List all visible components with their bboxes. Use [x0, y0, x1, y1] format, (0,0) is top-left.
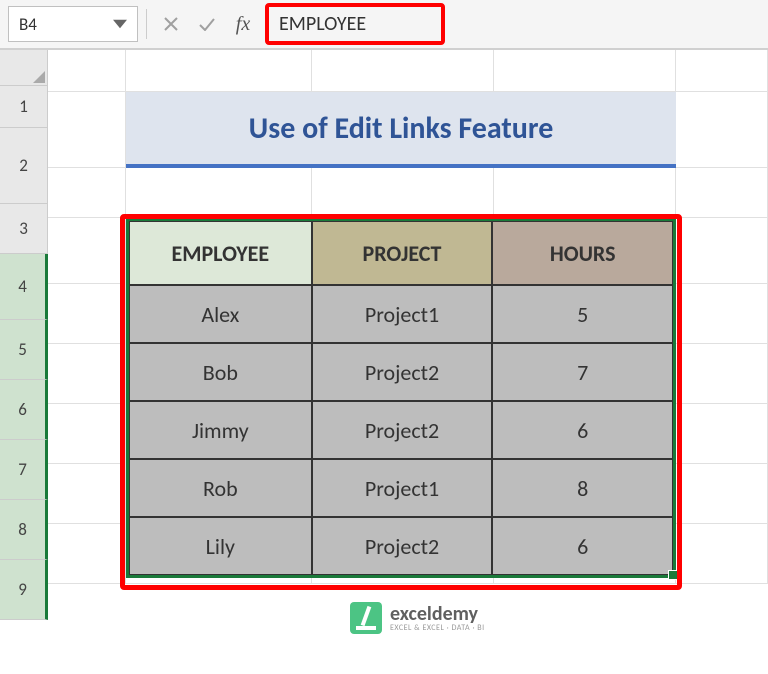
row-header-7[interactable]: 7	[0, 440, 48, 500]
table-header-employee[interactable]: EMPLOYEE	[129, 221, 312, 285]
table-cell[interactable]: Jimmy	[129, 401, 312, 459]
select-all-corner[interactable]	[0, 50, 48, 86]
exceldemy-logo-icon	[350, 602, 382, 634]
table-cell[interactable]: Project2	[312, 517, 493, 575]
row-header-6[interactable]: 6	[0, 380, 48, 440]
table-cell[interactable]: Alex	[129, 285, 312, 343]
cell[interactable]	[48, 92, 126, 168]
row-header-1[interactable]: 1	[0, 86, 48, 128]
row-header-4[interactable]: 4	[0, 254, 48, 320]
row-header-2[interactable]: 2	[0, 128, 48, 204]
table-cell[interactable]: Project1	[312, 459, 493, 517]
cell[interactable]	[48, 284, 126, 344]
sheet-title[interactable]: Use of Edit Links Feature	[126, 92, 676, 168]
row-header-8[interactable]: 8	[0, 500, 48, 560]
divider	[146, 9, 147, 39]
cell[interactable]	[676, 524, 768, 584]
cell[interactable]	[312, 50, 494, 92]
cell[interactable]	[48, 524, 126, 584]
row-header-9[interactable]: 9	[0, 560, 48, 620]
cell[interactable]	[48, 50, 126, 92]
formula-bar: B4 fx EMPLOYEE	[0, 0, 768, 50]
row-header-5[interactable]: 5	[0, 320, 48, 380]
cell[interactable]	[48, 168, 126, 218]
data-table: EMPLOYEE PROJECT HOURS Alex Project1 5 B…	[126, 218, 676, 578]
cell[interactable]	[676, 464, 768, 524]
cell[interactable]	[48, 464, 126, 524]
cell[interactable]	[676, 404, 768, 464]
table-cell[interactable]: Lily	[129, 517, 312, 575]
formula-input-highlight[interactable]: EMPLOYEE	[265, 3, 445, 45]
table-header-hours[interactable]: HOURS	[492, 221, 673, 285]
name-box-value: B4	[19, 14, 37, 35]
name-box[interactable]: B4	[8, 6, 138, 42]
table-cell[interactable]: 8	[492, 459, 673, 517]
enter-icon[interactable]	[191, 8, 223, 40]
watermark-brand: exceldemy	[390, 604, 485, 624]
fill-handle[interactable]	[668, 570, 678, 580]
watermark-tagline: EXCEL & EXCEL · DATA · BI	[390, 624, 485, 632]
fx-icon[interactable]: fx	[227, 8, 259, 40]
watermark: exceldemy EXCEL & EXCEL · DATA · BI	[350, 602, 485, 634]
spreadsheet-grid: 1 2 3 4 5 6 7 8 9 A B C D Use o	[0, 50, 768, 672]
table-cell[interactable]: Project2	[312, 343, 493, 401]
table-cell[interactable]: Project1	[312, 285, 493, 343]
table-cell[interactable]: 7	[492, 343, 673, 401]
table-cell[interactable]: 6	[492, 401, 673, 459]
cell[interactable]	[126, 168, 312, 218]
row-header-3[interactable]: 3	[0, 204, 48, 254]
cell[interactable]	[676, 344, 768, 404]
formula-value: EMPLOYEE	[279, 12, 366, 36]
cell[interactable]	[676, 92, 768, 168]
cell[interactable]	[676, 168, 768, 218]
cell[interactable]	[312, 168, 494, 218]
table-cell[interactable]: Bob	[129, 343, 312, 401]
cell[interactable]	[676, 218, 768, 284]
chevron-down-icon	[113, 19, 127, 29]
cell[interactable]	[494, 168, 676, 218]
table-cell[interactable]: Project2	[312, 401, 493, 459]
cell[interactable]	[48, 404, 126, 464]
table-cell[interactable]: 6	[492, 517, 673, 575]
cell[interactable]	[676, 50, 768, 92]
cell[interactable]	[48, 218, 126, 284]
table-header-project[interactable]: PROJECT	[312, 221, 493, 285]
table-cell[interactable]: 5	[492, 285, 673, 343]
cell[interactable]	[48, 344, 126, 404]
cell[interactable]	[494, 50, 676, 92]
table-cell[interactable]: Rob	[129, 459, 312, 517]
cancel-icon[interactable]	[155, 8, 187, 40]
cell[interactable]	[676, 284, 768, 344]
cell[interactable]	[126, 50, 312, 92]
